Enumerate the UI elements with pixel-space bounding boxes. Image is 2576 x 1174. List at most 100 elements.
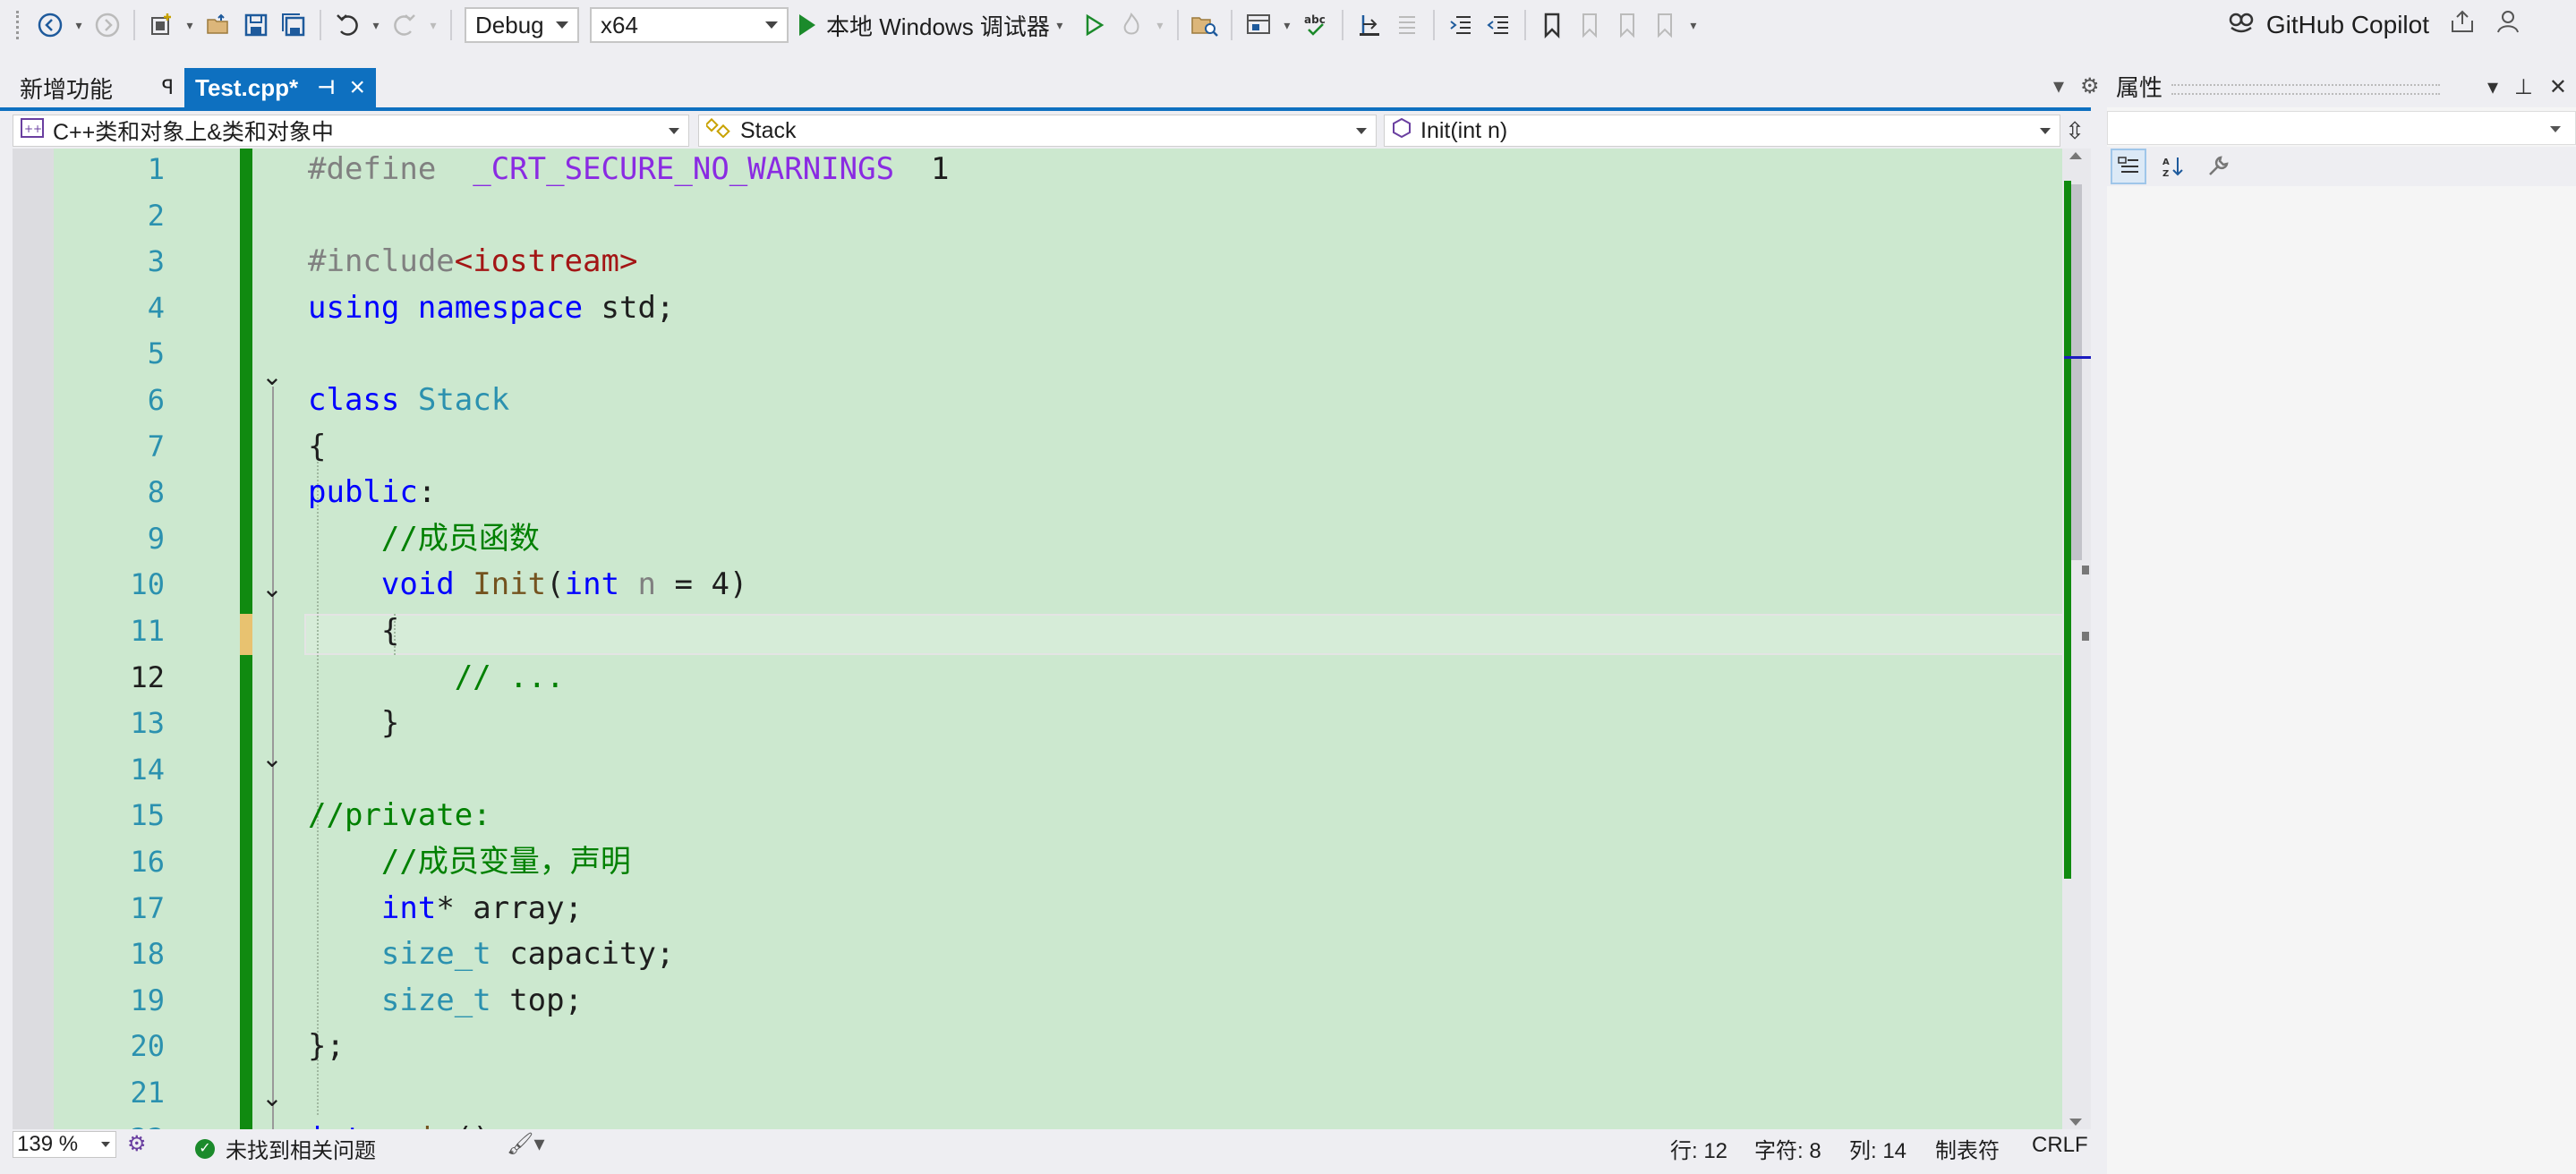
chevron-down-icon[interactable]: ▾ [1052, 7, 1068, 43]
code-line[interactable]: 14 [13, 749, 2062, 791]
copilot-icon [2227, 8, 2256, 42]
hot-reload-icon[interactable] [1114, 7, 1148, 43]
code-line[interactable]: 6 class Stack [13, 379, 2062, 421]
bookmark-icon[interactable] [1535, 7, 1569, 43]
back-icon[interactable] [33, 7, 67, 43]
scroll-down-icon[interactable] [2069, 1119, 2082, 1126]
code-line[interactable]: 11 { [13, 610, 2062, 652]
tab-dropdown-icon[interactable]: ▾ [2053, 74, 2064, 98]
solution-platform-dropdown[interactable]: x64 [590, 7, 789, 43]
code-line[interactable]: 4 using namespace std; [13, 287, 2062, 329]
pin-icon[interactable]: ꟼ [162, 76, 174, 99]
code-line[interactable]: 20}; [13, 1025, 2062, 1068]
new-item-dropdown-icon[interactable]: ▾ [182, 7, 198, 43]
redo-icon[interactable] [388, 7, 422, 43]
save-all-icon[interactable] [277, 7, 311, 43]
clear-bookmarks-icon[interactable] [1648, 7, 1682, 43]
code-line[interactable]: 3 #include<iostream> [13, 241, 2062, 283]
line-number: 9 [147, 521, 165, 556]
code-line[interactable]: 9 //成员函数 [13, 518, 2062, 560]
code-line[interactable]: 5 [13, 333, 2062, 375]
open-folder-icon[interactable] [201, 7, 235, 43]
code-token: #include [308, 243, 455, 280]
code-line[interactable]: 18 size_t capacity; [13, 933, 2062, 975]
new-project-icon[interactable] [144, 7, 178, 43]
char-indicator[interactable]: 字符: 8 [1754, 1133, 1821, 1164]
scroll-up-icon[interactable] [2069, 152, 2082, 159]
code-text: #define _CRT_SECURE_NO_WARNINGS 1 [308, 149, 949, 191]
previous-bookmark-icon[interactable] [1573, 7, 1607, 43]
issues-indicator[interactable]: ✓ 未找到相关问题 [195, 1133, 376, 1164]
code-line[interactable]: 1 #define _CRT_SECURE_NO_WARNINGS 1 [13, 149, 2062, 191]
solution-config-dropdown[interactable]: Debug [465, 7, 579, 43]
code-line[interactable]: 15 //private: [13, 795, 2062, 837]
save-icon[interactable] [239, 7, 273, 43]
close-icon[interactable]: × [349, 72, 365, 103]
share-icon[interactable] [2449, 8, 2476, 42]
toolbar-options-icon[interactable]: ▾ [1685, 7, 1702, 43]
pin-icon[interactable]: ⊥ [2514, 75, 2533, 99]
code-cleanup-icon[interactable]: 🖌▾ [507, 1131, 545, 1157]
pin-icon[interactable]: ⊣ [317, 76, 335, 99]
start-debugging-button[interactable]: 本地 Windows 调试器 ▾ [799, 7, 1070, 43]
split-window-icon[interactable]: ⇳ [2064, 116, 2086, 145]
code-line[interactable]: 17 int* array; [13, 888, 2062, 930]
code-line[interactable]: 2 [13, 195, 2062, 237]
scope-dropdown[interactable]: Stack [698, 115, 1377, 147]
intellicode-icon[interactable]: ⚙ [127, 1131, 147, 1157]
browser-link-icon[interactable] [1241, 7, 1275, 43]
undo-dropdown-icon[interactable]: ▾ [368, 7, 384, 43]
zoom-value: 139 % [17, 1132, 79, 1156]
overflow-dropdown-icon[interactable]: ▾ [1279, 7, 1295, 43]
code-line[interactable]: 7{ [13, 426, 2062, 468]
code-text: int* array; [308, 888, 583, 930]
find-in-files-icon[interactable] [1188, 7, 1222, 43]
scrollbar-thumb[interactable] [2071, 184, 2082, 560]
code-line[interactable]: 10 void Init(int n = 4) [13, 564, 2062, 606]
step-into-icon[interactable] [1352, 7, 1386, 43]
line-number: 20 [130, 1029, 165, 1064]
code-line[interactable]: 19 size_t top; [13, 980, 2062, 1022]
column-indicator[interactable]: 列: 14 [1849, 1133, 1906, 1164]
toolbar-grip[interactable] [16, 11, 24, 39]
comment-out-icon[interactable] [1390, 7, 1424, 43]
zoom-dropdown[interactable]: 139 % [13, 1131, 116, 1158]
gear-icon[interactable]: ⚙ [2080, 74, 2100, 98]
code-token: using [308, 289, 400, 326]
line-indicator[interactable]: 行: 12 [1670, 1133, 1727, 1164]
spell-check-icon[interactable]: abc [1299, 7, 1333, 43]
undo-icon[interactable] [330, 7, 364, 43]
line-ending-indicator[interactable]: CRLF [2032, 1133, 2088, 1158]
code-editor[interactable]: ⌄ ⌄ ⌄ ⌄ 1 #define _CRT_SECURE_NO_WARNINGS… [13, 149, 2062, 1131]
categorized-icon[interactable] [2111, 149, 2146, 184]
project-dropdown[interactable]: ++ C++类和对象上&类和对象中 [13, 115, 689, 147]
class-icon [704, 117, 731, 143]
code-line[interactable]: 12 // ... [13, 657, 2062, 699]
alphabetical-icon[interactable]: AZ [2155, 149, 2191, 184]
code-line[interactable]: 16 //成员变量，声明 [13, 841, 2062, 883]
next-bookmark-icon[interactable] [1610, 7, 1644, 43]
member-dropdown[interactable]: Init(int n) [1384, 115, 2060, 147]
hot-reload-dropdown-icon[interactable]: ▾ [1152, 7, 1168, 43]
code-line[interactable]: 13 } [13, 702, 2062, 744]
panel-grip[interactable] [2171, 84, 2440, 95]
wrench-icon[interactable] [2200, 149, 2236, 184]
line-number: 15 [130, 798, 165, 833]
code-line[interactable]: 21 [13, 1072, 2062, 1114]
forward-icon[interactable] [90, 7, 124, 43]
outdent-icon[interactable] [1481, 7, 1515, 43]
tab-test-cpp[interactable]: Test.cpp* ⊣ × [184, 68, 376, 107]
start-without-debugging-icon[interactable] [1077, 7, 1111, 43]
code-line[interactable]: 8 public: [13, 472, 2062, 514]
vertical-scrollbar[interactable] [2062, 149, 2091, 1131]
properties-object-dropdown[interactable] [2107, 111, 2576, 145]
redo-dropdown-icon[interactable]: ▾ [425, 7, 441, 43]
panel-dropdown-icon[interactable]: ▾ [2487, 75, 2498, 99]
tab-new-features[interactable]: 新增功能 ꟼ [9, 68, 184, 107]
account-icon[interactable] [2495, 8, 2522, 42]
close-icon[interactable]: ✕ [2549, 75, 2567, 99]
tab-mode-indicator[interactable]: 制表符 [1935, 1133, 2000, 1164]
back-dropdown-icon[interactable]: ▾ [71, 7, 87, 43]
indent-icon[interactable] [1444, 7, 1478, 43]
github-copilot-button[interactable]: GitHub Copilot [2227, 0, 2522, 50]
